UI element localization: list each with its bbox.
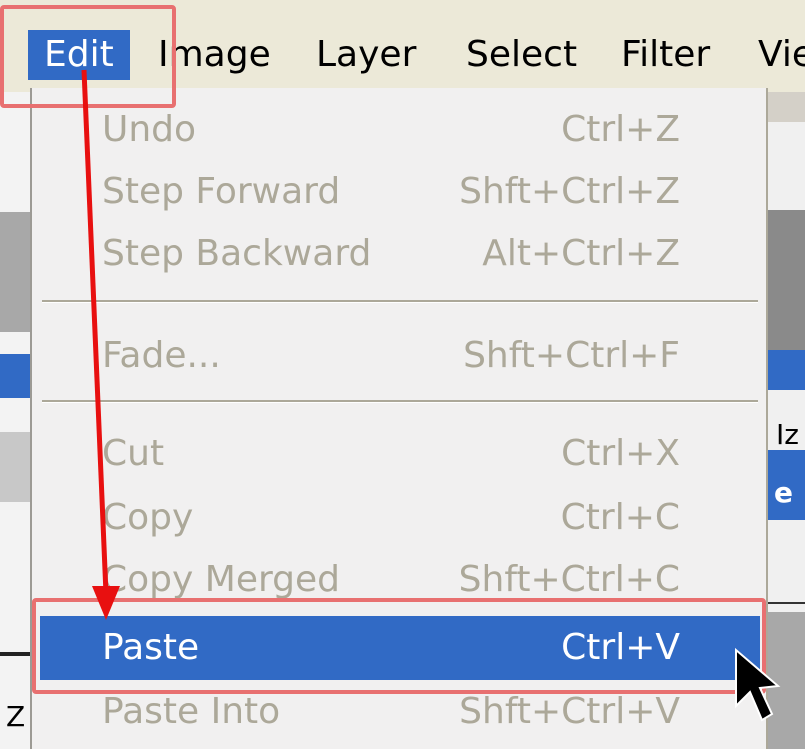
menu-item-shortcut: Shft+Ctrl+F (463, 335, 680, 376)
background-text-fragment: e (774, 476, 793, 509)
menu-item-shortcut: Ctrl+Z (561, 109, 680, 150)
edit-dropdown-menu: Undo Ctrl+Z Step Forward Shft+Ctrl+Z Ste… (30, 88, 768, 749)
menu-item-shortcut: Shft+Ctrl+V (459, 691, 680, 732)
menu-bar: Edit Image Layer Select Filter Vie (0, 0, 805, 92)
background-text-fragment: Iz (776, 418, 799, 451)
menu-item-shortcut: Ctrl+C (560, 497, 680, 538)
menu-separator (42, 400, 758, 403)
menu-item-label: Step Backward (102, 233, 372, 274)
menu-image[interactable]: Image (142, 30, 287, 80)
menu-item-label: Copy (102, 497, 194, 538)
menu-item-label: Paste Into (102, 691, 281, 732)
menu-layer[interactable]: Layer (300, 30, 432, 80)
menu-item-step-backward[interactable]: Step Backward Alt+Ctrl+Z (40, 222, 760, 286)
menu-item-shortcut: Ctrl+V (561, 627, 680, 668)
menu-item-cut[interactable]: Cut Ctrl+X (40, 422, 760, 486)
menu-item-shortcut: Ctrl+X (561, 433, 680, 474)
menu-select[interactable]: Select (450, 30, 593, 80)
menu-view[interactable]: Vie (742, 30, 805, 80)
menu-item-paste[interactable]: Paste Ctrl+V (40, 616, 760, 680)
menu-item-shortcut: Shft+Ctrl+C (458, 559, 680, 600)
menu-separator (42, 300, 758, 303)
menu-item-label: Copy Merged (102, 559, 340, 600)
menu-item-shortcut: Alt+Ctrl+Z (482, 233, 680, 274)
menu-item-label: Undo (102, 109, 197, 150)
menu-edit[interactable]: Edit (28, 30, 130, 80)
menu-filter[interactable]: Filter (605, 30, 726, 80)
menu-item-label: Fade... (102, 335, 221, 376)
menu-item-label: Step Forward (102, 171, 341, 212)
background-window-right: Iz e (768, 92, 805, 749)
menu-item-label: Cut (102, 433, 165, 474)
menu-item-copy[interactable]: Copy Ctrl+C (40, 486, 760, 550)
background-window-left (0, 92, 30, 749)
menu-item-shortcut: Shft+Ctrl+Z (459, 171, 680, 212)
menu-item-label: Paste (102, 627, 200, 668)
menu-item-undo[interactable]: Undo Ctrl+Z (40, 98, 760, 162)
menu-item-step-forward[interactable]: Step Forward Shft+Ctrl+Z (40, 160, 760, 224)
menu-item-paste-into[interactable]: Paste Into Shft+Ctrl+V (40, 680, 760, 744)
background-text-fragment: Z (6, 700, 26, 733)
menu-item-fade[interactable]: Fade... Shft+Ctrl+F (40, 324, 760, 388)
menu-item-copy-merged[interactable]: Copy Merged Shft+Ctrl+C (40, 548, 760, 612)
